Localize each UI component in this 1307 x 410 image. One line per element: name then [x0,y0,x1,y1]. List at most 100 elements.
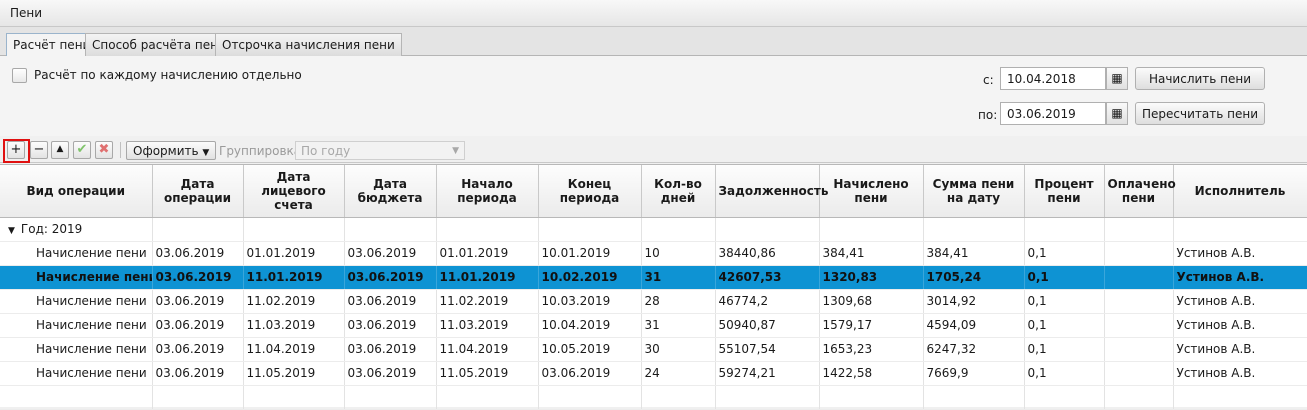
calc-penalty-button[interactable]: Начислить пени [1135,67,1265,90]
col-header[interactable]: Вид операции [0,165,153,218]
tab-penalty-calc[interactable]: Расчёт пени [6,33,98,57]
table-cell: 03.06.2019 [152,361,244,386]
table-cell: 0,1 [1024,241,1105,266]
table-cell: 42607,53 [715,265,820,290]
col-header[interactable]: Задолженность [715,165,828,218]
table-cell: 01.01.2019 [436,241,539,266]
table-row[interactable]: Начисление пени 03.06.2019 11.04.2019 03.06… [0,337,1307,362]
to-date-field[interactable]: 03.06.2019 [1000,102,1106,125]
chevron-down-icon: ▼ [452,146,459,156]
table-cell: 11.04.2019 [436,337,539,362]
table-cell: 1579,17 [819,313,924,338]
tab-deferral[interactable]: Отсрочка начисления пени [215,33,402,56]
table-cell: 4594,09 [923,313,1025,338]
table-cell [1104,337,1174,362]
table-cell: 0,1 [1024,313,1105,338]
col-header[interactable]: Начало периода [436,165,539,218]
table-cell: 03.06.2019 [344,241,437,266]
table-cell: Начисление пени [0,289,153,314]
format-dropdown[interactable]: Оформить ▼ [126,141,217,160]
remove-icon[interactable]: − [30,141,48,159]
calendar-icon[interactable]: ▦ [1106,102,1128,125]
from-label: с: [983,73,994,87]
table-cell: 10.04.2019 [538,313,642,338]
recalc-penalty-button[interactable]: Пересчитать пени [1135,102,1265,125]
col-header[interactable]: Оплачено пени [1104,165,1176,218]
cancel-cross-icon[interactable]: ✖ [95,141,113,159]
tab-calc-method[interactable]: Способ расчёта пени [85,33,233,56]
table-cell: 11.03.2019 [243,313,345,338]
table-cell: Устинов А.В. [1173,241,1307,266]
table-cell [1104,361,1174,386]
table-cell: Устинов А.В. [1173,289,1307,314]
table-cell: Устинов А.В. [1173,337,1307,362]
table-cell: 6247,32 [923,337,1025,362]
table-row[interactable]: Начисление пени 03.06.2019 11.05.2019 03.06… [0,361,1307,386]
toolbar-separator [120,142,121,158]
table-cell: 46774,2 [715,289,820,314]
col-header[interactable]: Начислено пени [819,165,924,218]
table-cell: 11.05.2019 [243,361,345,386]
table-cell: 10 [641,241,716,266]
table-cell: 0,1 [1024,289,1105,314]
table-cell: 03.06.2019 [152,337,244,362]
table-cell: 1320,83 [819,265,924,290]
penalty-table: Вид операции Дата операции Дата лицевого… [0,164,1307,410]
table-cell: 24 [641,361,716,386]
table-cell: 1653,23 [819,337,924,362]
add-button-highlight [3,139,30,163]
col-header[interactable]: Исполнитель [1173,165,1307,218]
table-cell [1104,241,1174,266]
confirm-check-icon[interactable]: ✔ [73,141,91,159]
table-row[interactable]: Начисление пени 03.06.2019 01.01.2019 03.06… [0,241,1307,266]
table-cell: 11.01.2019 [436,265,539,290]
table-cell: 1422,58 [819,361,924,386]
col-header[interactable]: Дата бюджета [344,165,437,218]
table-cell: 03.06.2019 [344,313,437,338]
table-cell: 03.06.2019 [152,265,244,290]
table-cell: 384,41 [923,241,1025,266]
table-row[interactable]: Начисление пени 03.06.2019 11.03.2019 03.06… [0,313,1307,338]
table-cell: 38440,86 [715,241,820,266]
table-cell: 03.06.2019 [344,265,437,290]
from-date-field[interactable]: 10.04.2018 [1000,67,1106,90]
table-cell: 0,1 [1024,265,1105,290]
grouping-label: Группировка [219,144,302,158]
move-up-icon[interactable]: ▲ [51,141,69,159]
table-cell: 11.04.2019 [243,337,345,362]
col-header[interactable]: Дата операции [152,165,244,218]
table-cell: 28 [641,289,716,314]
collapse-triangle-icon[interactable]: ▼ [8,226,15,236]
table-cell: 384,41 [819,241,924,266]
table-cell: 31 [641,265,716,290]
table-cell: 31 [641,313,716,338]
col-header[interactable]: Конец периода [538,165,642,218]
table-row[interactable]: Начисление пени 03.06.2019 11.01.2019 03.06… [0,265,1307,290]
table-cell [1104,289,1174,314]
table-cell: 50940,87 [715,313,820,338]
table-cell: 10.05.2019 [538,337,642,362]
table-cell [1104,313,1174,338]
table-cell: 10.01.2019 [538,241,642,266]
table-row[interactable]: Начисление пени 03.06.2019 11.02.2019 03.06… [0,289,1307,314]
table-cell: 59274,21 [715,361,820,386]
group-row[interactable]: ▼ Год: 2019 [0,217,1307,242]
calendar-icon[interactable]: ▦ [1106,67,1128,90]
table-cell: Начисление пени [0,337,153,362]
chevron-down-icon: ▼ [202,148,210,158]
table-cell: 7669,9 [923,361,1025,386]
empty-row [0,385,1307,410]
col-header[interactable]: Кол-во дней [641,165,716,218]
col-header[interactable]: Процент пени [1024,165,1105,218]
table-cell: Начисление пени [0,361,153,386]
col-header[interactable]: Дата лицевого счета [243,165,345,218]
table-cell: 55107,54 [715,337,820,362]
table-cell: 1705,24 [923,265,1025,290]
table-header: Вид операции Дата операции Дата лицевого… [0,165,1307,218]
table-cell: Устинов А.В. [1173,361,1307,386]
table-cell: 01.01.2019 [243,241,345,266]
separate-calc-checkbox[interactable] [12,68,27,83]
grid-toolbar: + − ▲ ✔ ✖ Оформить ▼ Группировка По году… [0,137,1307,163]
col-header[interactable]: Сумма пени на дату [923,165,1025,218]
grouping-select[interactable]: По году ▼ [295,141,465,160]
